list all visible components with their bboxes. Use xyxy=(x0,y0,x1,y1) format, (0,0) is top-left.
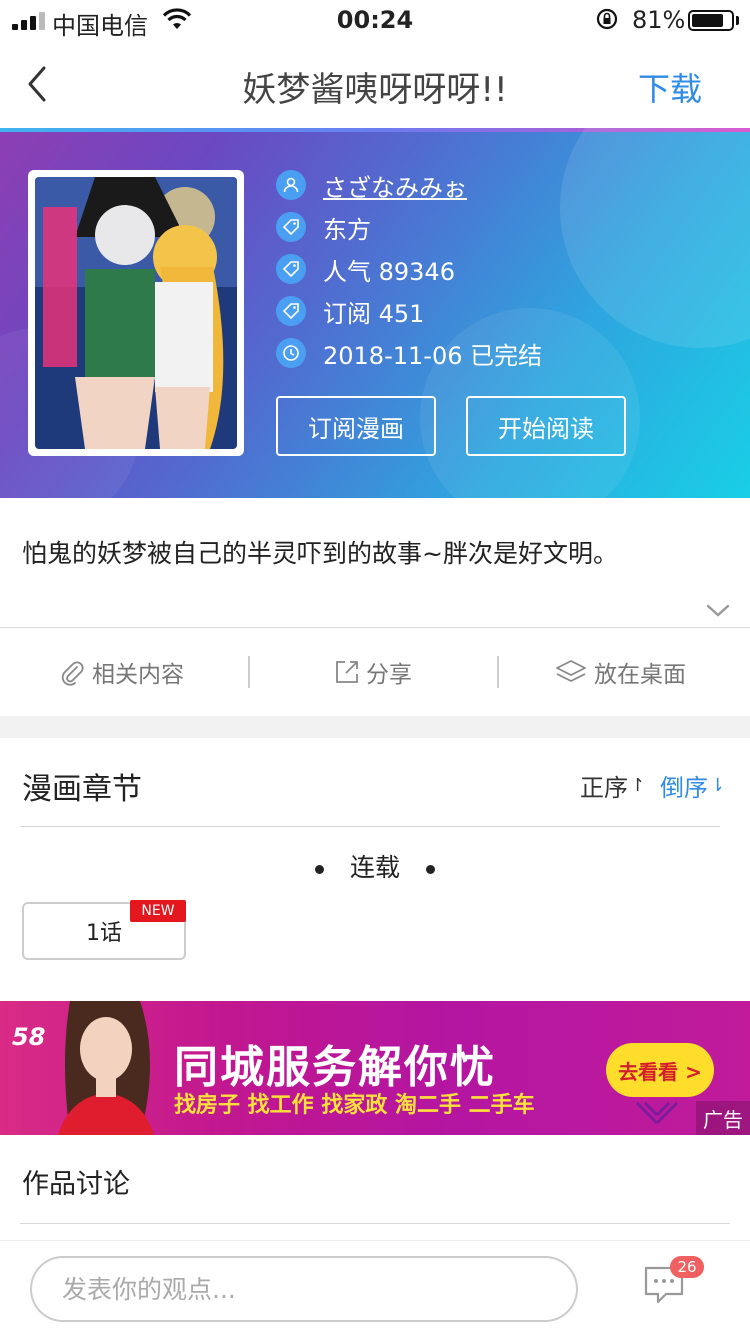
date-row: 2018-11-06 已完结 xyxy=(276,338,543,370)
page-title: 妖梦酱咦呀呀呀!! xyxy=(242,70,508,110)
sort-asc-label: 正序 xyxy=(580,774,628,802)
share-button[interactable]: 分享 xyxy=(334,656,412,688)
ad-model-image xyxy=(58,1001,154,1135)
popularity-row: 人气 89346 xyxy=(276,254,455,286)
start-reading-button[interactable]: 开始阅读 xyxy=(466,396,626,456)
arrow-up-icon: ↾ xyxy=(630,775,646,796)
category-text: 东方 xyxy=(323,215,371,244)
ad-banner[interactable]: 58 同城服务解你忧 找房子 找工作 找家政 淘二手 二手车 去看看 > 广告 xyxy=(0,1001,750,1135)
back-chevron-icon[interactable] xyxy=(24,64,54,104)
share-icon xyxy=(336,661,358,683)
sort-ascending-button[interactable]: 正序 ↾ xyxy=(580,768,645,803)
date-status-text: 2018-11-06 已完结 xyxy=(323,341,543,370)
separator xyxy=(248,656,250,688)
category-row: 东方 xyxy=(276,212,371,244)
serial-label: 连载 xyxy=(349,853,400,882)
comment-input[interactable] xyxy=(30,1256,578,1322)
chapters-title: 漫画章节 xyxy=(22,772,142,807)
clock-icon xyxy=(276,338,306,368)
cover-image xyxy=(35,177,237,449)
arrow-down-icon: ⇂ xyxy=(710,775,726,796)
tag-icon xyxy=(276,212,306,242)
subscription-text: 订阅 451 xyxy=(323,299,425,328)
ad-headline: 同城服务解你忧 xyxy=(174,1042,496,1093)
divider xyxy=(20,826,720,827)
discussion-title: 作品讨论 xyxy=(22,1169,130,1200)
new-badge: NEW xyxy=(130,900,186,922)
tag-icon xyxy=(276,296,306,326)
decor-icon xyxy=(635,1101,679,1125)
add-to-desktop-button[interactable]: 放在桌面 xyxy=(554,656,686,688)
comment-count-badge: 26 xyxy=(670,1256,704,1278)
share-label: 分享 xyxy=(366,662,412,688)
nav-bar: 妖梦酱咦呀呀呀!! 下载 xyxy=(0,40,750,128)
sort-desc-label: 倒序 xyxy=(660,774,708,802)
download-button[interactable]: 下载 xyxy=(638,64,702,110)
ad-brand-logo: 58 xyxy=(12,1023,46,1051)
section-gap xyxy=(0,716,750,738)
serial-section-header: 连载 xyxy=(0,848,750,884)
desktop-label: 放在桌面 xyxy=(594,662,686,688)
ad-cta-button[interactable]: 去看看 > xyxy=(606,1043,714,1097)
expand-chevron-icon[interactable] xyxy=(706,604,730,618)
rotation-lock-icon xyxy=(596,8,618,30)
divider xyxy=(20,1223,730,1224)
author-link[interactable]: さざなみみぉ xyxy=(323,168,467,203)
comic-header: さざなみみぉ 东方 人气 89346 订阅 451 2018-11-06 已完结… xyxy=(0,128,750,498)
related-content-button[interactable]: 相关内容 xyxy=(58,656,184,688)
ad-subline: 找房子 找工作 找家政 淘二手 二手车 xyxy=(174,1093,535,1118)
popularity-text: 人气 89346 xyxy=(323,257,455,286)
user-icon xyxy=(276,170,306,200)
comic-description: 怕鬼的妖梦被自己的半灵吓到的故事~胖次是好文明。 xyxy=(22,539,618,568)
divider xyxy=(0,1240,750,1241)
related-label: 相关内容 xyxy=(92,662,184,688)
action-bar: 相关内容 分享 放在桌面 xyxy=(0,628,750,716)
ad-label: 广告 xyxy=(696,1101,750,1135)
paperclip-icon xyxy=(61,661,84,686)
battery-icon xyxy=(688,10,734,31)
battery-percent: 81% xyxy=(632,6,686,34)
subscribe-button[interactable]: 订阅漫画 xyxy=(276,396,436,456)
author-row[interactable]: さざなみみぉ xyxy=(276,168,467,203)
tag-icon xyxy=(276,254,306,284)
subscription-row: 订阅 451 xyxy=(276,296,425,328)
separator xyxy=(497,656,499,688)
status-bar: 中国电信 00:24 81% xyxy=(0,0,750,40)
sort-descending-button[interactable]: 倒序 ⇂ xyxy=(660,768,725,803)
comic-cover[interactable] xyxy=(28,170,244,456)
layers-icon xyxy=(556,660,586,682)
